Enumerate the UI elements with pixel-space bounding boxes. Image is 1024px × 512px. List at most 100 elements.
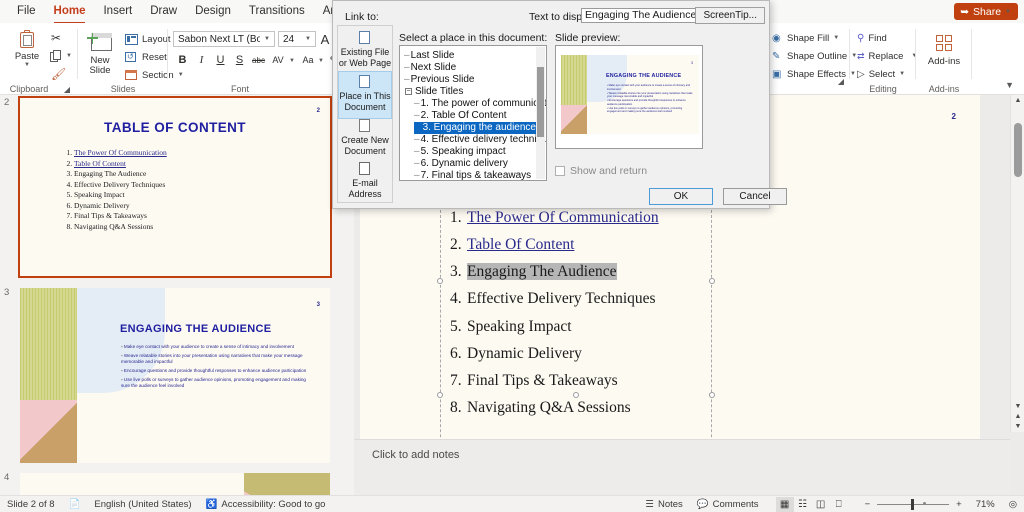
copy-button[interactable]: ▼ [47,48,75,64]
list-text[interactable]: Final Tips & Takeaways [467,372,618,389]
zoom-slider[interactable] [877,504,949,505]
accessibility-status[interactable]: ♿ Accessibility: Good to go [199,499,333,510]
text-shadow-button[interactable]: S [232,52,247,68]
character-spacing-button[interactable]: AV [268,52,288,68]
edit-hyperlink-dialog[interactable]: Link to: Existing File or Web Page Place… [332,0,770,209]
shape-fill-button[interactable]: ◉ Shape Fill ▼ [769,30,842,46]
tab-insert[interactable]: Insert [94,2,141,21]
thumb-item-1[interactable]: The Power Of Communication [74,148,167,157]
list-text[interactable]: Dynamic Delivery [467,345,582,362]
tree-expander-icon[interactable]: − [405,88,412,95]
zoom-in-button[interactable]: + [949,499,969,510]
screentip-button[interactable]: ScreenTip... [695,7,765,24]
slide-thumbnail-3[interactable]: 3 ENGAGING THE AUDIENCE ▪ Make eye conta… [20,288,330,463]
tree-node-next-slide[interactable]: –Next Slide [404,62,456,74]
list-text[interactable]: Navigating Q&A Sessions [467,399,631,416]
slide-thumbnail-row[interactable]: 2 2 TABLE OF CONTENT The Power Of Commun… [0,95,340,285]
tree-node-slide-3-selected[interactable]: –3. Engaging the audience [414,122,538,134]
thumb-item-2[interactable]: Table Of Content [74,159,126,168]
slide-thumbnail-panel[interactable]: 2 2 TABLE OF CONTENT The Power Of Commun… [0,95,340,495]
notes-button[interactable]: ☰ Notes [638,499,689,510]
tab-home[interactable]: Home [45,2,95,21]
increase-font-size-button[interactable]: A [318,31,332,47]
slide-thumbnail-row[interactable]: 4 4 [0,470,340,495]
slide-thumbnail-2[interactable]: 2 TABLE OF CONTENT The Power Of Communic… [20,98,330,276]
zoom-out-button[interactable]: − [858,499,878,510]
link-to-nav-list[interactable]: Existing File or Web Page Place in This … [337,25,393,203]
shape-effects-button[interactable]: ▣ Shape Effects ▼ [769,66,859,82]
resize-handle-bottom-left[interactable] [437,392,443,398]
replace-button[interactable]: ⇄ Replace ▼ [854,48,920,64]
tab-file[interactable]: File [8,2,45,21]
tree-scrollbar[interactable] [536,47,545,179]
list-text-selected[interactable]: Engaging The Audience [467,263,617,280]
chevron-down-icon[interactable]: ▼ [317,53,325,69]
list-text[interactable]: The Power Of Communication [467,209,659,226]
tree-node-last-slide[interactable]: –Last Slide [404,50,454,62]
previous-slide-icon[interactable]: ▲ [1011,413,1024,420]
paste-button[interactable]: Paste ▼ [8,30,46,68]
bold-button[interactable]: B [175,52,190,68]
tree-node-slide-4[interactable]: –4. Effective delivery techniques [414,134,547,146]
comments-button[interactable]: 💬 Comments [690,499,766,510]
nav-place-in-this-document[interactable]: Place in This Document [338,71,392,119]
list-text[interactable]: Table Of Content [467,236,574,253]
zoom-slider-handle[interactable] [911,499,914,510]
slide-thumbnail-4[interactable]: 4 [20,473,330,495]
tree-node-slide-titles[interactable]: Slide Titles [415,86,463,98]
tree-node-slide-7[interactable]: –7. Final tips & takeaways [414,170,531,181]
collapse-ribbon-icon[interactable]: ▼ [1005,80,1014,90]
add-ins-button[interactable]: Add-ins [924,35,964,67]
reset-button[interactable]: ↺ Reset [122,49,170,65]
view-slideshow-button[interactable]: ⎕ [830,497,848,512]
italic-button[interactable]: I [194,52,209,68]
select-button[interactable]: ▷ Select ▼ [854,66,908,82]
text-to-display-input[interactable]: Engaging The Audience [581,8,705,23]
resize-handle-middle-right[interactable] [709,278,715,284]
ok-button[interactable]: OK [649,188,713,205]
cut-button[interactable]: ✂ [48,30,66,46]
slide-thumbnail-row[interactable]: 3 3 ENGAGING THE AUDIENCE ▪ Make eye con… [0,285,340,470]
notes-pane[interactable]: Click to add notes [354,439,1010,495]
tab-design[interactable]: Design [186,2,240,21]
nav-create-new-document[interactable]: Create New Document [338,116,392,162]
tree-node-previous-slide[interactable]: –Previous Slide [404,74,474,86]
next-slide-icon[interactable]: ▼ [1011,423,1024,430]
tab-draw[interactable]: Draw [141,2,186,21]
change-case-button[interactable]: Aa [299,52,317,68]
list-text[interactable]: Speaking Impact [467,318,572,335]
tree-node-slide-5[interactable]: –5. Speaking impact [414,146,506,158]
format-painter-button[interactable]: 🖌 [48,66,67,82]
drawing-dialog-launcher-icon[interactable]: ◢ [838,77,844,86]
resize-handle-bottom-center[interactable] [573,392,579,398]
tab-transitions[interactable]: Transitions [240,2,314,21]
view-normal-button[interactable]: ▦ [776,497,794,512]
vertical-scrollbar[interactable]: ▲ ▼ ▲ ▼ [1010,95,1024,432]
nav-existing-file-or-web-page[interactable]: Existing File or Web Page [338,28,392,74]
slide-counter[interactable]: Slide 2 of 8 [0,499,62,510]
view-reading-button[interactable]: ◫ [812,497,830,512]
tree-node-slide-6[interactable]: –6. Dynamic delivery [414,158,508,170]
nav-email-address[interactable]: E-mail Address [338,159,392,205]
tree-scrollbar-thumb[interactable] [537,67,544,137]
font-size-combo[interactable]: 24 ▼ [278,31,316,47]
place-tree[interactable]: –Last Slide –Next Slide –Previous Slide … [399,45,547,181]
language-status[interactable]: English (United States) [87,499,198,510]
slide-content-list[interactable]: 1.The Power Of Communication 2.Table Of … [450,204,659,421]
clipboard-dialog-launcher-icon[interactable]: ◢ [64,85,70,94]
shape-outline-button[interactable]: ✎ Shape Outline ▼ [769,48,860,64]
scrollbar-thumb[interactable] [1014,123,1022,177]
zoom-level[interactable]: 71% [969,499,1002,510]
resize-handle-middle-left[interactable] [437,278,443,284]
fit-to-window-button[interactable]: ◎ [1002,499,1024,510]
scroll-down-arrow-icon[interactable]: ▼ [1011,403,1024,410]
cancel-button[interactable]: Cancel [723,188,787,205]
find-button[interactable]: ⚲ Find [854,30,890,46]
tree-node-slide-2[interactable]: –2. Table Of Content [414,110,507,122]
show-and-return-checkbox-row[interactable]: Show and return [555,165,647,177]
tree-node-slide-1[interactable]: –1. The power of communication [414,98,547,110]
font-name-combo[interactable]: Sabon Next LT (Body) ▼ [173,31,275,47]
list-text[interactable]: Effective Delivery Techniques [467,290,656,307]
scroll-up-arrow-icon[interactable]: ▲ [1011,97,1024,104]
resize-handle-bottom-right[interactable] [709,392,715,398]
